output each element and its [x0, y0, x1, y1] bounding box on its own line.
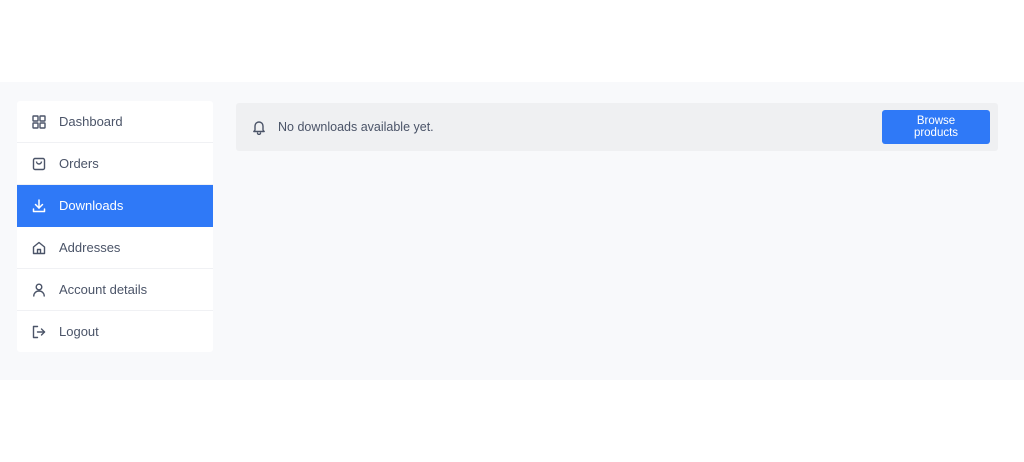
nav-item-label: Orders	[59, 156, 99, 171]
browse-products-button[interactable]: Browse products	[882, 110, 990, 144]
bag-icon	[31, 156, 47, 172]
grid-icon	[31, 114, 47, 130]
nav-item-dashboard[interactable]: Dashboard	[17, 101, 213, 143]
nav-item-label: Dashboard	[59, 114, 123, 129]
notice-message: No downloads available yet.	[278, 120, 434, 134]
nav-item-label: Addresses	[59, 240, 121, 255]
nav-item-logout[interactable]: Logout	[17, 311, 213, 352]
logout-icon	[31, 324, 47, 340]
nav-item-label: Downloads	[59, 198, 124, 213]
download-icon	[31, 198, 47, 214]
account-navigation: Dashboard Orders Downloads Addresses Acc…	[17, 101, 213, 352]
nav-item-account-details[interactable]: Account details	[17, 269, 213, 311]
home-icon	[31, 240, 47, 256]
no-downloads-notice: No downloads available yet. Browse produ…	[236, 103, 998, 151]
nav-item-addresses[interactable]: Addresses	[17, 227, 213, 269]
nav-item-label: Logout	[59, 324, 99, 339]
nav-item-orders[interactable]: Orders	[17, 143, 213, 185]
nav-item-label: Account details	[59, 282, 148, 297]
account-page: Dashboard Orders Downloads Addresses Acc…	[0, 82, 1024, 380]
bell-icon	[251, 119, 267, 135]
user-icon	[31, 282, 47, 298]
nav-item-downloads[interactable]: Downloads	[17, 185, 213, 227]
